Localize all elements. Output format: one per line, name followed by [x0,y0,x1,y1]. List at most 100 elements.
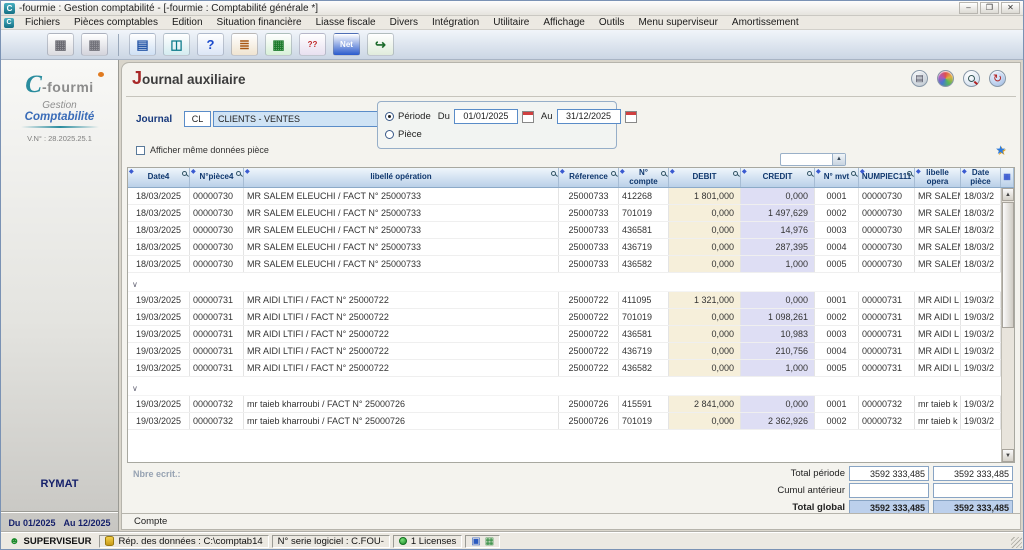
sort-diamond-icon[interactable]: ◆ [670,169,675,175]
column-options-header[interactable]: ▦ [1001,168,1014,187]
column-header-numpiece[interactable]: ◆NUMPIEC111 [859,168,915,187]
table-row[interactable]: 18/03/202500000730MR SALEM ELEUCHI / FAC… [128,222,1001,239]
menu-utilitaire[interactable]: Utilitaire [486,17,536,28]
refresh-button[interactable]: ↻ [989,70,1006,87]
sort-diamond-icon[interactable]: ◆ [245,169,250,175]
resize-grip[interactable] [1011,537,1022,548]
column-header-libelle-opera[interactable]: ◆libelle opera [915,168,961,187]
table-row[interactable]: 18/03/202500000730MR SALEM ELEUCHI / FAC… [128,188,1001,205]
package-icon[interactable]: ▦ [47,33,74,56]
exit-icon[interactable]: ↪ [367,33,394,56]
cell-credit: 0,000 [741,292,815,308]
minimize-button[interactable]: – [959,2,978,14]
help-icon[interactable]: ? [197,33,224,56]
table-row[interactable]: 19/03/202500000731MR AIDI LTIFI / FACT N… [128,292,1001,309]
sort-diamond-icon[interactable]: ◆ [191,169,196,175]
journal-code-field[interactable]: CL [184,111,211,127]
cell-libelle: mr taieb kharroubi / FACT N° 25000726 [244,396,559,412]
table-row[interactable]: 19/03/202500000731MR AIDI LTIFI / FACT N… [128,343,1001,360]
column-header-mvt[interactable]: ◆N° mvt [815,168,859,187]
date-to-field[interactable]: 31/12/2025 [557,109,621,124]
palette-button[interactable] [937,70,954,87]
column-header-compte[interactable]: ◆N° compte [619,168,669,187]
close-button[interactable]: ✕ [1001,2,1020,14]
column-header-reference[interactable]: ◆Réference [559,168,619,187]
periode-radio[interactable] [385,112,394,121]
up-arrow-icon[interactable]: ▲ [832,154,845,165]
sort-diamond-icon[interactable]: ◆ [129,169,134,175]
column-search-icon[interactable] [851,171,856,176]
menu-pieces-comptables[interactable]: Pièces comptables [67,17,165,28]
table-row[interactable]: 18/03/202500000730MR SALEM ELEUCHI / FAC… [128,256,1001,273]
calendar-icon[interactable] [522,111,534,123]
folder-icon[interactable]: ▦ [485,536,494,547]
menu-outils[interactable]: Outils [592,17,632,28]
sort-diamond-icon[interactable]: ◆ [962,169,967,175]
column-search-icon[interactable] [807,171,812,176]
column-header-date-piece[interactable]: ◆Date pièce [961,168,1001,187]
net-icon[interactable]: Net [333,33,360,56]
abacus-icon[interactable]: ≣ [231,33,258,56]
table-row[interactable]: 18/03/202500000730MR SALEM ELEUCHI / FAC… [128,239,1001,256]
cell-reference: 25000726 [559,396,619,412]
sort-diamond-icon[interactable]: ◆ [560,169,565,175]
afficher-checkbox[interactable] [136,146,145,155]
sort-diamond-icon[interactable]: ◆ [916,169,921,175]
archive-icon[interactable]: ▦ [81,33,108,56]
table-row[interactable]: 19/03/202500000732mr taieb kharroubi / F… [128,413,1001,430]
calendar-icon[interactable] [625,111,637,123]
menu-affichage[interactable]: Affichage [536,17,592,28]
table-row[interactable]: 19/03/202500000732mr taieb kharroubi / F… [128,396,1001,413]
column-header-piece[interactable]: ◆N°pièce4 [190,168,244,187]
table-row[interactable]: 19/03/202500000731MR AIDI LTIFI / FACT N… [128,360,1001,377]
column-header-date[interactable]: ◆Date4 [128,168,190,187]
column-search-icon[interactable] [182,171,187,176]
menu-integration[interactable]: Intégration [425,17,486,28]
column-search-icon[interactable] [551,171,556,176]
table-row[interactable]: 19/03/202500000731MR AIDI LTIFI / FACT N… [128,309,1001,326]
menu-situation-financiere[interactable]: Situation financière [210,17,309,28]
print-button[interactable]: ▤ [911,70,928,87]
logo-swoosh [21,126,99,128]
table-row[interactable]: 18/03/202500000730MR SALEM ELEUCHI / FAC… [128,205,1001,222]
menu-divers[interactable]: Divers [383,17,425,28]
column-search-icon[interactable] [733,171,738,176]
cell-libelle: mr taieb kharroubi / FACT N° 25000726 [244,413,559,429]
menu-liasse-fiscale[interactable]: Liasse fiscale [309,17,383,28]
sort-diamond-icon[interactable]: ◆ [620,169,625,175]
menu-amortissement[interactable]: Amortissement [725,17,806,28]
column-search-icon[interactable] [236,171,241,176]
column-header-credit[interactable]: ◆CREDIT [741,168,815,187]
table-row[interactable]: 19/03/202500000731MR AIDI LTIFI / FACT N… [128,326,1001,343]
sort-diamond-icon[interactable]: ◆ [860,169,865,175]
grid-options-icon[interactable]: ▦ [1003,173,1011,181]
cell-libelle-opera: MR AIDI L [915,309,961,325]
drawer-icon[interactable]: ▤ [129,33,156,56]
date-from-field[interactable]: 01/01/2025 [454,109,518,124]
column-search-icon[interactable] [661,171,666,176]
scroll-down-button[interactable]: ▼ [1002,449,1014,462]
column-search-icon[interactable] [907,171,912,176]
sort-diamond-icon[interactable]: ◆ [816,169,821,175]
column-header-debit[interactable]: ◆DEBIT [669,168,741,187]
menu-superviseur[interactable]: Menu superviseur [631,17,724,28]
vertical-scrollbar[interactable]: ▲ ▼ [1001,188,1014,462]
column-header-libelle[interactable]: ◆libellé opération [244,168,559,187]
sort-diamond-icon[interactable]: ◆ [742,169,747,175]
scroll-up-button[interactable]: ▲ [1002,188,1014,201]
piece-radio[interactable] [385,130,394,139]
questions-icon[interactable]: ?? [299,33,326,56]
mini-scroll-control[interactable]: ▲ [780,153,846,166]
table-body: 18/03/202500000730MR SALEM ELEUCHI / FAC… [128,188,1001,462]
monitor-icon[interactable]: ▣ [471,536,480,547]
menu-edition[interactable]: Edition [165,17,210,28]
journal-name-field[interactable]: CLIENTS - VENTES [213,111,379,127]
menu-fichiers[interactable]: Fichiers [18,17,67,28]
search-button[interactable] [963,70,980,87]
maximize-button[interactable]: ❐ [980,2,999,14]
sparkle-icon[interactable]: ★ [995,143,1006,157]
scroll-thumb[interactable] [1002,202,1014,328]
column-search-icon[interactable] [611,171,616,176]
cards-icon[interactable]: ◫ [163,33,190,56]
spreadsheet-icon[interactable]: ▦ [265,33,292,56]
